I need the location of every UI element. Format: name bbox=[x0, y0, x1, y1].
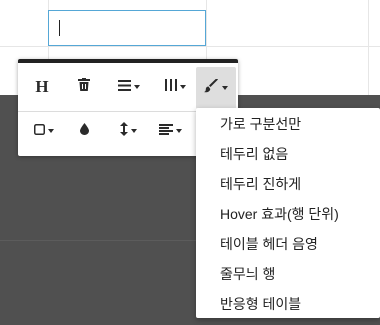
align-left-icon bbox=[158, 122, 173, 140]
chevron-down-icon bbox=[130, 129, 137, 133]
menu-item-hover-effect[interactable]: Hover 효과(행 단위) bbox=[220, 205, 339, 223]
vertical-align-button[interactable] bbox=[114, 116, 142, 146]
menu-item-horizontal-dividers-only[interactable]: 가로 구분선만 bbox=[220, 115, 301, 133]
table-style-menu: 가로 구분선만 테두리 없음 테두리 진하게 Hover 효과(행 단위) 테이… bbox=[196, 108, 380, 318]
chevron-down-icon bbox=[48, 129, 54, 133]
vertical-arrows-icon bbox=[119, 121, 128, 141]
active-table-cell[interactable] bbox=[48, 10, 206, 46]
text-align-button[interactable] bbox=[152, 116, 188, 146]
cell-color-button[interactable] bbox=[74, 116, 94, 146]
square-icon bbox=[34, 122, 45, 140]
paintbrush-icon bbox=[204, 77, 219, 98]
chevron-down-icon bbox=[175, 129, 182, 133]
border-style-button[interactable] bbox=[28, 116, 60, 146]
menu-item-no-border[interactable]: 테두리 없음 bbox=[220, 145, 288, 163]
chevron-down-icon bbox=[222, 86, 228, 90]
columns-icon bbox=[164, 78, 177, 96]
rows-icon bbox=[118, 78, 131, 96]
row-menu-button[interactable] bbox=[112, 72, 146, 102]
droplet-icon bbox=[79, 122, 89, 140]
menu-item-responsive-table[interactable]: 반응형 테이블 bbox=[220, 295, 301, 313]
heading-button[interactable]: H bbox=[28, 72, 56, 102]
chevron-down-icon bbox=[134, 85, 140, 89]
table-column-divider bbox=[368, 0, 369, 95]
text-caret bbox=[59, 20, 60, 36]
menu-item-header-shading[interactable]: 테이블 헤더 음영 bbox=[220, 235, 318, 253]
heading-icon: H bbox=[35, 77, 49, 96]
chevron-down-icon bbox=[179, 85, 186, 89]
column-menu-button[interactable] bbox=[158, 72, 192, 102]
delete-table-button[interactable] bbox=[70, 72, 98, 102]
table-style-button[interactable] bbox=[196, 67, 236, 109]
menu-item-striped-rows[interactable]: 줄무늬 행 bbox=[220, 265, 275, 283]
trash-icon bbox=[78, 78, 90, 96]
menu-item-bold-border[interactable]: 테두리 진하게 bbox=[220, 175, 301, 193]
popover-top-bar bbox=[18, 59, 238, 63]
table-row-divider bbox=[0, 46, 380, 47]
